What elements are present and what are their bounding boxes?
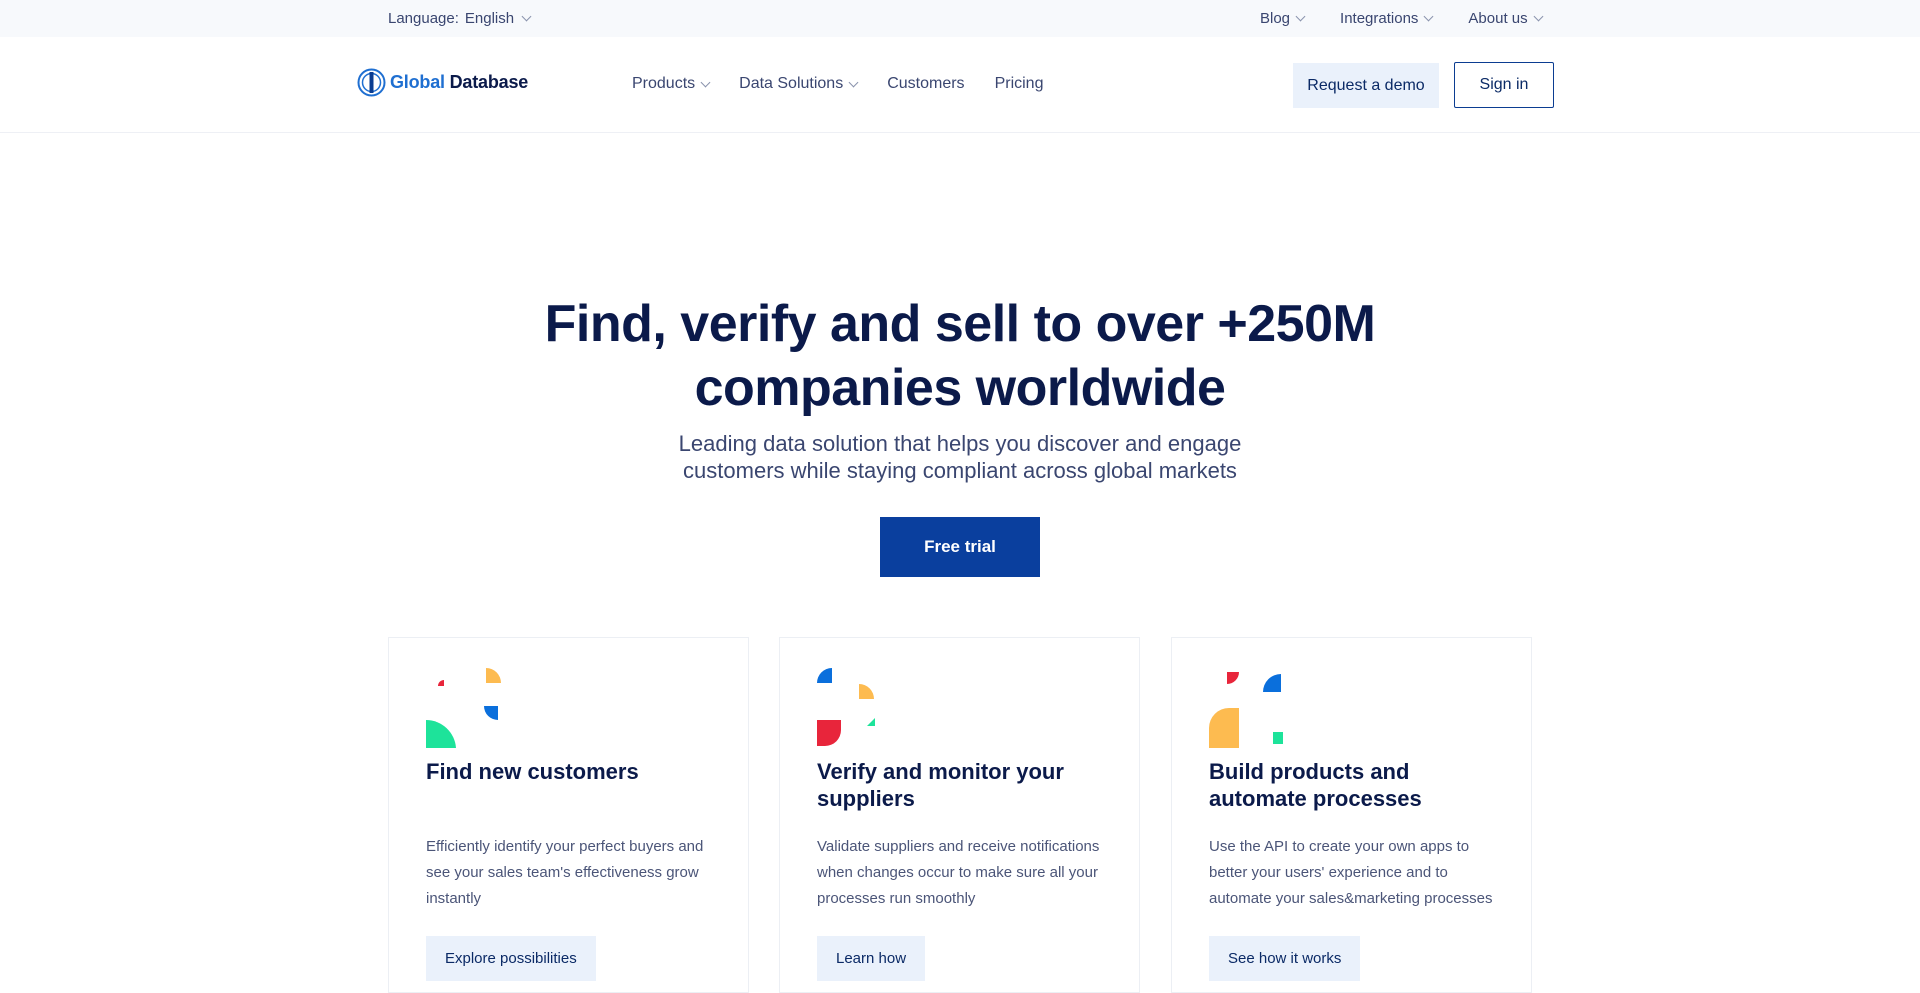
blog-menu[interactable]: Blog: [1260, 10, 1306, 27]
learn-how-button[interactable]: Learn how: [817, 936, 926, 981]
globe-logo-icon: [357, 68, 386, 97]
card-description: Efficiently identify your perfect buyers…: [426, 838, 704, 907]
blog-label: Blog: [1260, 10, 1291, 27]
card-title: Find new customers: [426, 759, 639, 784]
card-description: Use the API to create your own apps to b…: [1209, 838, 1493, 907]
chevron-down-icon: [848, 77, 859, 87]
logo-global: Global: [390, 72, 445, 92]
feature-card-verify-suppliers: Verify and monitor your suppliers Valida…: [779, 637, 1140, 993]
nav-customers-label: Customers: [887, 75, 965, 92]
nav-data-solutions[interactable]: Data Solutions: [739, 75, 859, 93]
language-value: English: [464, 10, 515, 27]
hero-subtitle-line-1: Leading data solution that helps you dis…: [678, 431, 1242, 456]
about-us-label: About us: [1468, 10, 1528, 27]
nav-products[interactable]: Products: [632, 75, 711, 93]
shapes-icon: [426, 668, 501, 748]
nav-products-label: Products: [632, 75, 696, 92]
nav-data-solutions-label: Data Solutions: [739, 75, 844, 92]
nav-pricing-label: Pricing: [994, 75, 1044, 92]
chevron-down-icon: [1533, 11, 1544, 22]
utility-links: Blog Integrations About us: [1260, 10, 1544, 27]
request-demo-button[interactable]: Request a demo: [1293, 63, 1439, 108]
main-navbar: Global Database Products Data Solutions …: [0, 37, 1920, 133]
primary-nav: Products Data Solutions Customers Pricin…: [632, 75, 1043, 93]
chevron-down-icon: [1295, 11, 1306, 22]
card-title: Verify and monitor your suppliers: [817, 759, 1064, 811]
about-us-menu[interactable]: About us: [1468, 10, 1544, 27]
shapes-icon: [1209, 672, 1283, 748]
language-label: Language:: [388, 10, 459, 27]
hero-title: Find, verify and sell to over +250M comp…: [460, 292, 1460, 420]
nav-customers[interactable]: Customers: [887, 75, 964, 93]
nav-pricing[interactable]: Pricing: [995, 75, 1044, 93]
logo-database: Database: [449, 72, 529, 92]
logo-text: Global Database: [390, 72, 528, 93]
free-trial-button[interactable]: Free trial: [880, 517, 1040, 577]
card-description: Validate suppliers and receive notificat…: [817, 838, 1100, 907]
hero-title-line-2: companies worldwide: [694, 359, 1226, 417]
hero-subtitle: Leading data solution that helps you dis…: [610, 430, 1310, 484]
chevron-down-icon: [700, 77, 711, 87]
chevron-down-icon: [521, 11, 532, 22]
feature-card-find-customers: Find new customers Efficiently identify …: [388, 637, 749, 993]
see-how-it-works-button[interactable]: See how it works: [1209, 936, 1361, 981]
logo[interactable]: Global Database: [357, 68, 528, 97]
hero-title-line-1: Find, verify and sell to over +250M: [544, 295, 1376, 353]
shapes-icon: [817, 668, 875, 746]
utility-bar: Language: English Blog Integrations Abou…: [0, 0, 1920, 37]
integrations-label: Integrations: [1340, 10, 1419, 27]
language-selector[interactable]: Language: English: [388, 10, 532, 27]
chevron-down-icon: [1423, 11, 1434, 22]
explore-possibilities-button[interactable]: Explore possibilities: [426, 936, 596, 981]
card-title: Build products and automate processes: [1209, 759, 1422, 811]
feature-card-build-products: Build products and automate processes Us…: [1171, 637, 1532, 993]
hero-subtitle-line-2: customers while staying compliant across…: [683, 458, 1237, 483]
sign-in-button[interactable]: Sign in: [1454, 62, 1554, 108]
integrations-menu[interactable]: Integrations: [1340, 10, 1434, 27]
